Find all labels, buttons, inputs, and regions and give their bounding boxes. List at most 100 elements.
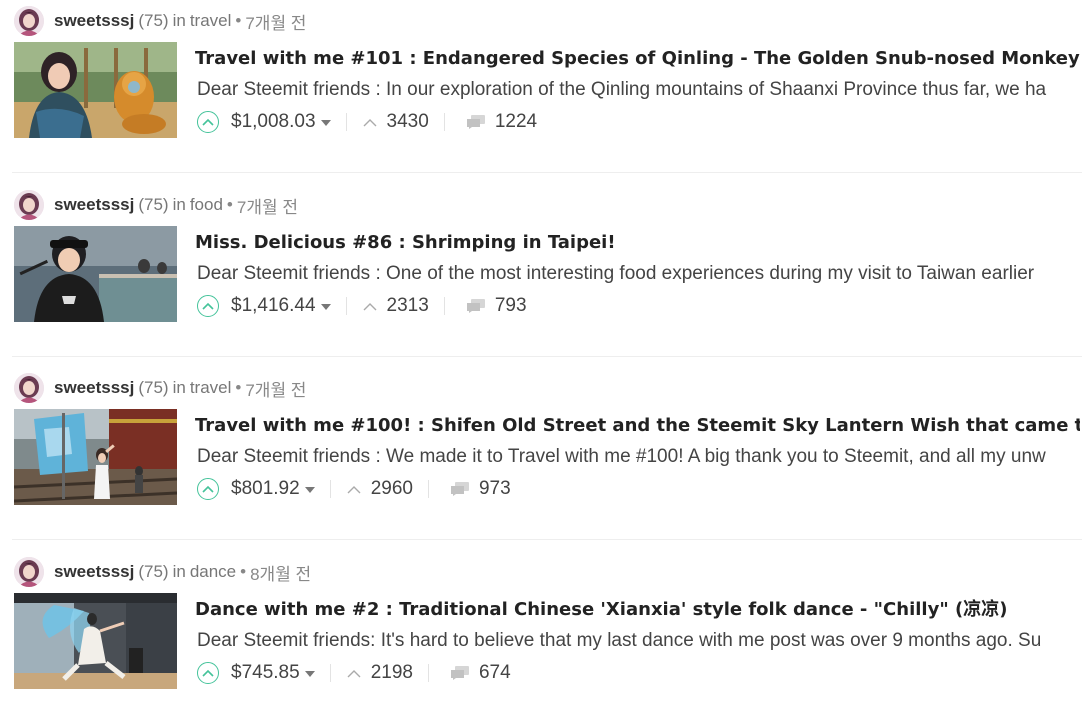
separator-dot: • [226, 195, 233, 214]
votes-count[interactable]: 2313 [363, 295, 429, 317]
post-time[interactable]: 7개월 전 [237, 193, 298, 218]
post-thumbnail[interactable] [14, 226, 177, 322]
post-feed: sweetsssj (75) in travel • 7개월 전 Travel … [0, 0, 1082, 721]
chevron-up-icon [202, 485, 214, 493]
post-header: sweetsssj (75) in travel • 7개월 전 [14, 373, 306, 403]
post-time[interactable]: 7개월 전 [245, 9, 306, 34]
divider [345, 113, 347, 131]
votes-count[interactable]: 2198 [347, 662, 413, 684]
post-footer: $1,008.03 3430 1224 [197, 107, 537, 137]
divider [345, 297, 347, 315]
caret-down-icon[interactable] [304, 671, 315, 677]
votes-count[interactable]: 3430 [363, 111, 429, 133]
chevron-up-icon [202, 669, 214, 677]
divider [443, 297, 445, 315]
upvote-button[interactable] [197, 295, 219, 317]
author-avatar[interactable] [14, 190, 44, 220]
comment-bubbles-icon [450, 482, 469, 496]
author-reputation: (75) [138, 195, 169, 214]
post-thumbnail[interactable] [14, 593, 177, 689]
post-thumbnail[interactable] [14, 42, 177, 138]
separator-dot: • [235, 11, 242, 30]
post-footer: $1,416.44 2313 793 [197, 291, 527, 321]
category-link[interactable]: dance [190, 562, 236, 582]
comments-count[interactable]: 674 [450, 662, 511, 684]
author-avatar[interactable] [14, 373, 44, 403]
post-header: sweetsssj (75) in travel • 7개월 전 [14, 6, 306, 36]
in-label: in [172, 378, 186, 397]
comments-number: 1224 [494, 111, 538, 132]
comment-bubbles-icon [466, 115, 485, 129]
author-name[interactable]: sweetsssj [54, 195, 134, 215]
caret-down-icon[interactable] [320, 304, 331, 310]
post-footer: $745.85 2198 674 [197, 658, 511, 688]
payout-value[interactable]: $1,416.44 [231, 295, 316, 317]
caret-down-icon[interactable] [304, 487, 315, 493]
author-reputation: (75) [138, 378, 169, 397]
upvote-button[interactable] [197, 111, 219, 133]
post-title[interactable]: Travel with me #100! : Shifen Old Street… [195, 413, 1080, 439]
author-name[interactable]: sweetsssj [54, 11, 134, 31]
author-name[interactable]: sweetsssj [54, 378, 134, 398]
votes-number: 2198 [370, 662, 413, 683]
post-item: sweetsssj (75) in travel • 7개월 전 Travel … [12, 367, 1082, 540]
in-label: in [172, 195, 186, 214]
comment-bubbles-icon [450, 666, 469, 680]
divider [329, 664, 331, 682]
post-time[interactable]: 8개월 전 [250, 560, 311, 585]
votes-chevron-icon [363, 302, 377, 310]
divider [427, 480, 429, 498]
separator-dot: • [235, 378, 242, 397]
category-link[interactable]: travel [190, 11, 232, 31]
votes-count[interactable]: 2960 [347, 478, 413, 500]
post-header: sweetsssj (75) in dance • 8개월 전 [14, 557, 311, 587]
post-title[interactable]: Dance with me #2 : Traditional Chinese '… [195, 597, 1080, 623]
post-time[interactable]: 7개월 전 [245, 376, 306, 401]
category-link[interactable]: travel [190, 378, 232, 398]
divider [443, 113, 445, 131]
author-avatar[interactable] [14, 6, 44, 36]
category-link[interactable]: food [190, 195, 223, 215]
comment-bubbles-icon [466, 299, 485, 313]
comments-count[interactable]: 1224 [466, 111, 537, 133]
votes-chevron-icon [347, 485, 361, 493]
votes-number: 2313 [386, 295, 429, 316]
divider [427, 664, 429, 682]
comments-number: 674 [478, 662, 511, 683]
payout-value[interactable]: $1,008.03 [231, 111, 316, 133]
comments-number: 973 [478, 478, 511, 499]
author-reputation: (75) [138, 562, 169, 581]
in-label: in [172, 11, 186, 30]
post-item: sweetsssj (75) in travel • 7개월 전 Travel … [12, 0, 1082, 173]
post-title[interactable]: Miss. Delicious #86 : Shrimping in Taipe… [195, 230, 1080, 256]
payout-value[interactable]: $745.85 [231, 662, 300, 684]
post-summary[interactable]: Dear Steemit friends : One of the most i… [197, 261, 1082, 287]
post-summary[interactable]: Dear Steemit friends : We made it to Tra… [197, 444, 1082, 470]
post-thumbnail[interactable] [14, 409, 177, 505]
chevron-up-icon [202, 118, 214, 126]
votes-chevron-icon [363, 118, 377, 126]
comments-number: 793 [494, 295, 527, 316]
author-reputation: (75) [138, 11, 169, 30]
caret-down-icon[interactable] [320, 120, 331, 126]
votes-chevron-icon [347, 669, 361, 677]
post-header: sweetsssj (75) in food • 7개월 전 [14, 190, 298, 220]
payout-value[interactable]: $801.92 [231, 478, 300, 500]
post-summary[interactable]: Dear Steemit friends : In our exploratio… [197, 77, 1082, 103]
upvote-button[interactable] [197, 662, 219, 684]
votes-number: 2960 [370, 478, 413, 499]
comments-count[interactable]: 973 [450, 478, 511, 500]
upvote-button[interactable] [197, 478, 219, 500]
author-name[interactable]: sweetsssj [54, 562, 134, 582]
chevron-up-icon [202, 302, 214, 310]
post-title[interactable]: Travel with me #101 : Endangered Species… [195, 46, 1080, 72]
post-item: sweetsssj (75) in dance • 8개월 전 Dance wi… [12, 551, 1082, 721]
votes-number: 3430 [386, 111, 429, 132]
comments-count[interactable]: 793 [466, 295, 527, 317]
author-avatar[interactable] [14, 557, 44, 587]
separator-dot: • [240, 562, 247, 581]
in-label: in [172, 562, 186, 581]
post-item: sweetsssj (75) in food • 7개월 전 Miss. Del… [12, 184, 1082, 357]
post-summary[interactable]: Dear Steemit friends: It's hard to belie… [197, 628, 1082, 654]
divider [329, 480, 331, 498]
